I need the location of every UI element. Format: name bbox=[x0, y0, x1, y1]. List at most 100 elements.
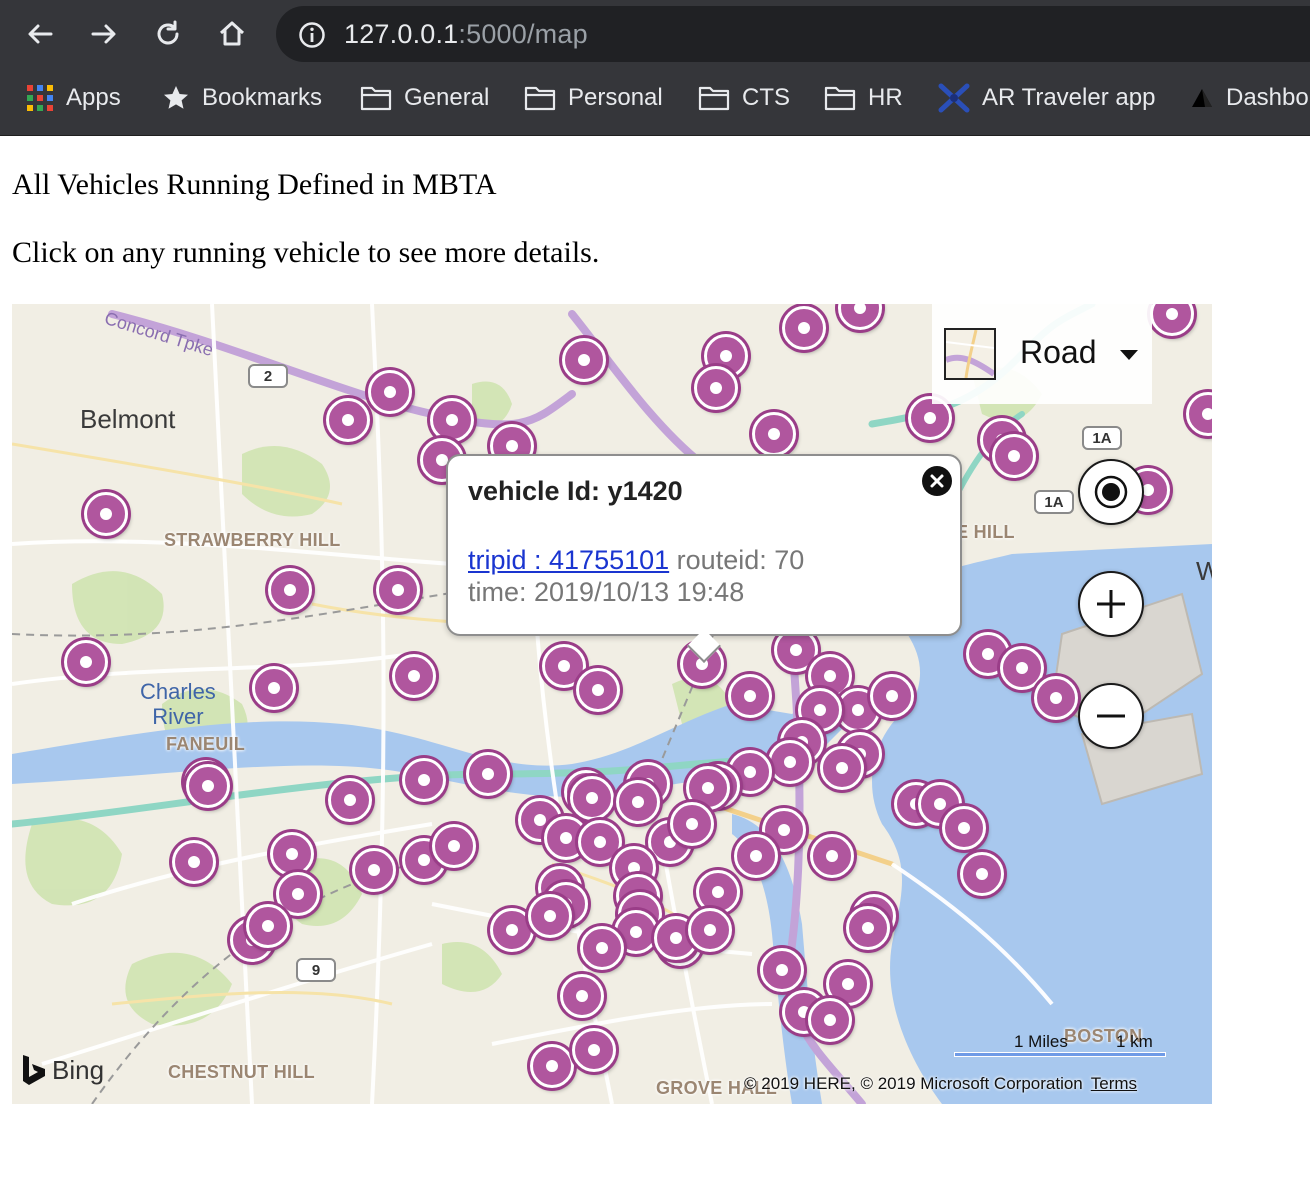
map-style-selector[interactable]: Road bbox=[932, 304, 1152, 404]
bookmark-general[interactable]: General bbox=[360, 82, 489, 114]
bookmark-ar-traveler[interactable]: AR Traveler app bbox=[938, 82, 1155, 114]
page-instructions: Click on any running vehicle to see more… bbox=[12, 236, 600, 269]
vehicle-marker[interactable] bbox=[670, 802, 714, 846]
vehicle-marker[interactable] bbox=[1034, 676, 1078, 720]
bing-logo[interactable]: Bing bbox=[22, 1054, 104, 1086]
vehicle-marker[interactable] bbox=[64, 640, 108, 684]
bookmark-apps[interactable]: Apps bbox=[26, 82, 121, 114]
vehicle-marker[interactable] bbox=[808, 998, 852, 1042]
bookmark-label: HR bbox=[868, 84, 903, 111]
vehicle-marker[interactable] bbox=[960, 852, 1004, 896]
vehicle-marker[interactable] bbox=[1000, 646, 1044, 690]
vehicle-marker[interactable] bbox=[270, 832, 314, 876]
vehicle-marker[interactable] bbox=[430, 398, 474, 442]
scale-line bbox=[954, 1052, 1166, 1057]
vehicle-marker[interactable] bbox=[728, 674, 772, 718]
vehicle-marker[interactable] bbox=[326, 398, 370, 442]
route-shield: 1A bbox=[1034, 490, 1074, 514]
trip-link[interactable]: tripid : 41755101 bbox=[468, 545, 669, 575]
folder-icon bbox=[524, 86, 556, 111]
ar-traveler-icon bbox=[938, 83, 970, 113]
vehicle-marker[interactable] bbox=[580, 926, 624, 970]
vehicle-marker[interactable] bbox=[942, 806, 986, 850]
folder-icon bbox=[360, 86, 392, 111]
vehicle-marker[interactable] bbox=[530, 1044, 574, 1088]
label-river: River bbox=[152, 704, 204, 729]
bookmark-label: Bookmarks bbox=[202, 84, 323, 111]
vehicle-marker[interactable] bbox=[576, 668, 620, 712]
bookmark-label: CTS bbox=[742, 84, 790, 111]
vehicle-marker[interactable] bbox=[992, 434, 1036, 478]
vehicle-marker[interactable] bbox=[528, 894, 572, 938]
vehicle-marker[interactable] bbox=[870, 674, 914, 718]
vehicle-marker[interactable] bbox=[376, 568, 420, 612]
back-button[interactable] bbox=[20, 14, 60, 54]
folder-icon bbox=[698, 86, 730, 111]
vehicle-marker[interactable] bbox=[268, 568, 312, 612]
vehicle-marker[interactable] bbox=[760, 948, 804, 992]
vehicle-marker[interactable] bbox=[820, 746, 864, 790]
vehicle-marker[interactable] bbox=[392, 654, 436, 698]
vehicle-marker[interactable] bbox=[328, 778, 372, 822]
label-chestnut-hill: CHESTNUT HILL bbox=[168, 1062, 315, 1082]
vehicle-marker[interactable] bbox=[172, 840, 216, 884]
bookmark-cts[interactable]: CTS bbox=[698, 82, 790, 114]
back-arrow-icon bbox=[28, 24, 53, 44]
zoom-out-button[interactable] bbox=[1078, 683, 1144, 749]
address-bar[interactable]: 127.0.0.1:5000/map bbox=[276, 6, 1310, 62]
vehicle-marker[interactable] bbox=[352, 848, 396, 892]
vehicle-marker[interactable] bbox=[246, 904, 290, 948]
vehicle-marker[interactable] bbox=[186, 764, 230, 808]
road-style-thumbnail bbox=[944, 328, 996, 380]
vehicle-marker[interactable] bbox=[252, 666, 296, 710]
url-text[interactable]: 127.0.0.1:5000/map bbox=[344, 19, 588, 50]
info-icon[interactable] bbox=[298, 21, 326, 49]
vehicle-marker[interactable] bbox=[570, 776, 614, 820]
vehicle-marker[interactable] bbox=[562, 338, 606, 382]
vehicle-marker[interactable] bbox=[572, 1028, 616, 1072]
forward-button[interactable] bbox=[84, 14, 124, 54]
vehicle-marker[interactable] bbox=[616, 780, 660, 824]
page-title: All Vehicles Running Defined in MBTA bbox=[12, 168, 497, 201]
zoom-in-button[interactable] bbox=[1078, 571, 1144, 637]
bookmark-dashboard[interactable]: Dashbo bbox=[1190, 82, 1309, 114]
infobox-close-button[interactable] bbox=[922, 466, 952, 496]
bookmark-hr[interactable]: HR bbox=[824, 82, 903, 114]
bookmark-label: General bbox=[404, 84, 490, 111]
vehicle-marker[interactable] bbox=[768, 740, 812, 784]
url-host: 127.0.0.1 bbox=[344, 19, 459, 49]
vehicle-time: time: 2019/10/13 19:48 bbox=[468, 577, 745, 607]
label-charles-river: Charles River bbox=[140, 679, 216, 729]
vehicle-marker[interactable] bbox=[402, 758, 446, 802]
vehicle-marker[interactable] bbox=[810, 834, 854, 878]
vehicle-marker[interactable] bbox=[752, 412, 796, 456]
reload-button[interactable] bbox=[148, 14, 188, 54]
home-button[interactable] bbox=[212, 14, 252, 54]
bookmarks-bar: Apps Bookmarks General Personal CTS HR A… bbox=[0, 70, 1310, 136]
bookmark-personal[interactable]: Personal bbox=[524, 82, 663, 114]
vehicle-marker[interactable] bbox=[466, 752, 510, 796]
label-belmont: Belmont bbox=[80, 404, 176, 434]
folder-icon bbox=[824, 86, 856, 111]
map-style-label: Road bbox=[1020, 334, 1097, 370]
vehicle-marker[interactable] bbox=[84, 492, 128, 536]
browser-toolbar: 127.0.0.1:5000/map bbox=[0, 0, 1310, 70]
vehicle-marker[interactable] bbox=[782, 306, 826, 350]
vehicle-marker[interactable] bbox=[696, 870, 740, 914]
vehicle-marker[interactable] bbox=[734, 834, 778, 878]
locate-me-button[interactable] bbox=[1078, 459, 1144, 525]
route-shield: 2 bbox=[248, 364, 288, 388]
label-faneuil: FANEUIL bbox=[166, 734, 246, 754]
bookmark-label: Personal bbox=[568, 84, 663, 111]
copyright-text: © 2019 HERE, © 2019 Microsoft Corporatio… bbox=[744, 1074, 1083, 1093]
vehicle-marker[interactable] bbox=[432, 824, 476, 868]
vehicle-marker[interactable] bbox=[368, 370, 412, 414]
road-map-icon bbox=[946, 330, 994, 378]
bookmark-bookmarks[interactable]: Bookmarks bbox=[162, 82, 322, 114]
vehicle-marker[interactable] bbox=[560, 974, 604, 1018]
vehicle-marker[interactable] bbox=[688, 908, 732, 952]
vehicle-marker[interactable] bbox=[694, 366, 738, 410]
vehicle-marker[interactable] bbox=[846, 906, 890, 950]
terms-link[interactable]: Terms bbox=[1091, 1074, 1137, 1093]
map-canvas[interactable]: Belmont STRAWBERRY HILL Charles River FA… bbox=[12, 304, 1212, 1104]
